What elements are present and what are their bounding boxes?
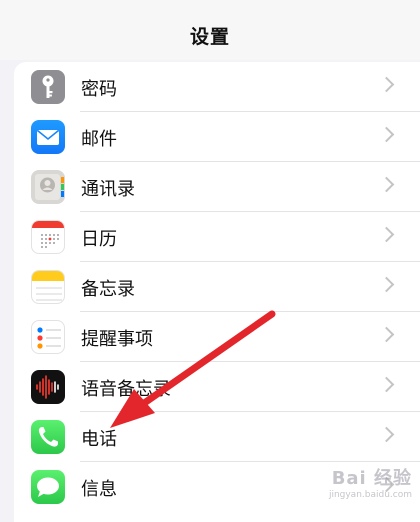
settings-item-label: 备忘录 bbox=[81, 279, 135, 300]
reminders-icon bbox=[31, 320, 65, 354]
settings-item-notes[interactable]: 备忘录 bbox=[14, 262, 420, 312]
settings-item-mail[interactable]: 邮件 bbox=[14, 112, 420, 162]
chevron-right-icon bbox=[378, 376, 395, 393]
navigation-bar: 设置 bbox=[0, 0, 420, 60]
settings-item-label: 语音备忘录 bbox=[81, 379, 171, 400]
chevron-right-icon bbox=[378, 276, 395, 293]
chevron-right-icon bbox=[378, 426, 395, 443]
settings-list: 密码 邮件 通讯录 日历 备忘录 提醒事项 语音备忘录 电话 信息 bbox=[14, 62, 420, 522]
watermark-url: jingyan.baidu.com bbox=[328, 490, 412, 500]
chevron-right-icon bbox=[378, 126, 395, 143]
page-title: 设置 bbox=[189, 25, 230, 48]
settings-item-label: 邮件 bbox=[81, 129, 117, 150]
settings-item-contacts[interactable]: 通讯录 bbox=[14, 162, 420, 212]
chevron-right-icon bbox=[378, 326, 395, 343]
chevron-right-icon bbox=[378, 226, 395, 243]
contacts-icon bbox=[31, 170, 65, 204]
settings-item-label: 日历 bbox=[81, 229, 117, 250]
settings-item-label: 信息 bbox=[81, 479, 117, 500]
phone-icon bbox=[31, 420, 65, 454]
key-icon bbox=[31, 70, 65, 104]
chevron-right-icon bbox=[378, 176, 395, 193]
settings-item-label: 通讯录 bbox=[81, 179, 135, 200]
settings-item-calendar[interactable]: 日历 bbox=[14, 212, 420, 262]
settings-item-phone[interactable]: 电话 bbox=[14, 412, 420, 462]
calendar-icon bbox=[31, 220, 65, 254]
notes-icon bbox=[31, 270, 65, 304]
voice-memos-icon bbox=[31, 370, 65, 404]
settings-item-label: 密码 bbox=[81, 79, 117, 100]
settings-item-voice-memos[interactable]: 语音备忘录 bbox=[14, 362, 420, 412]
mail-icon bbox=[31, 120, 65, 154]
messages-icon bbox=[31, 470, 65, 504]
watermark: Bai 经验 jingyan.baidu.com bbox=[329, 464, 412, 500]
settings-item-label: 提醒事项 bbox=[81, 329, 153, 350]
chevron-right-icon bbox=[378, 76, 395, 93]
settings-item-label: 电话 bbox=[81, 429, 117, 450]
watermark-brand: Bai 经验 bbox=[331, 468, 412, 489]
settings-item-passwords[interactable]: 密码 bbox=[14, 62, 420, 112]
settings-item-reminders[interactable]: 提醒事项 bbox=[14, 312, 420, 362]
